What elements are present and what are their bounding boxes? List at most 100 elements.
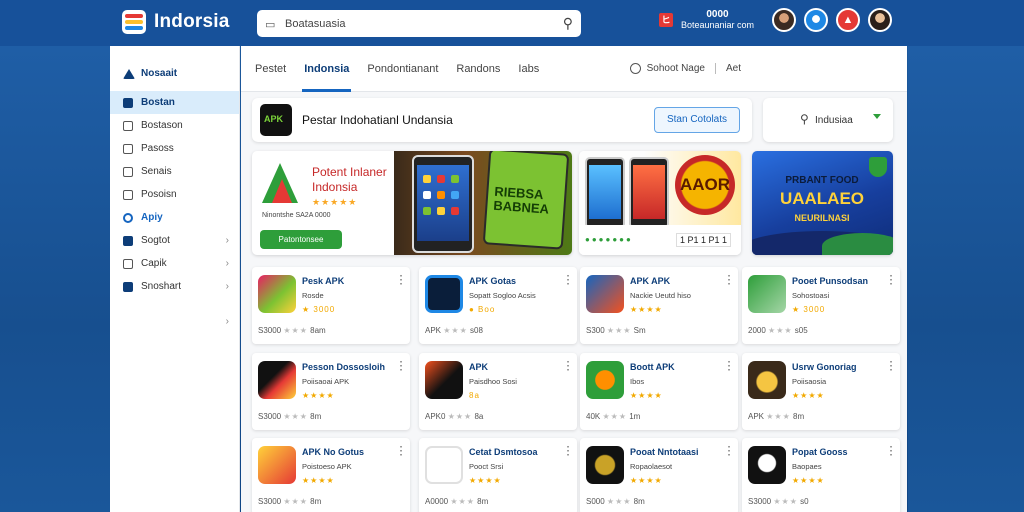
divider <box>714 63 716 74</box>
filter-dropdown[interactable]: ⚲ Indusiaa <box>763 98 893 142</box>
featured-banner-1[interactable]: Potent Inlaner Indonsia ★★★★★ Ninontshe … <box>252 151 572 255</box>
app-footer: A0000 ★★★ 8m <box>425 497 489 506</box>
rating-stars: ★★★★★ <box>312 197 358 207</box>
sidebar-item[interactable]: Bostason <box>110 114 239 137</box>
doc-icon <box>123 120 133 131</box>
tab-pondontianant[interactable]: Pondontianant <box>367 46 438 92</box>
app-icon <box>258 446 296 484</box>
sidebar-item[interactable]: Sogtot › <box>110 229 239 252</box>
app-card[interactable]: Pooat Nntotaasi Ropaolaesot ★★★★ S000 ★★★ 8… <box>580 438 738 512</box>
app-card[interactable]: Cetat Dsmtosoa Pooct Srsi ★★★★ A0000 ★★★ 8m… <box>419 438 577 512</box>
account-info[interactable]: 0000 Boteaunaniar com <box>681 9 754 31</box>
app-logo-icon <box>260 104 292 136</box>
app-rating: ★★★★ <box>302 476 335 485</box>
flag-icon[interactable]: ヒ <box>658 13 673 27</box>
app-card[interactable]: Popat Gooss Baopaes ★★★★ S3000 ★★★ s0 · · · <box>742 438 900 512</box>
app-name: Pooat Nntotaasi <box>630 447 699 457</box>
tab-iabs[interactable]: Iabs <box>518 46 539 92</box>
sidebar-item-label: Bostan <box>141 97 175 108</box>
sidebar-item-label: Posoisn <box>141 189 177 200</box>
app-card[interactable]: Pesk APK Rosde ★ 3000 S3000 ★★★ 8am · · · <box>252 267 410 344</box>
search-input[interactable]: Boatasuasia <box>285 18 563 30</box>
header-account: ヒ 0000 Boteaunaniar com ▲ <box>658 8 892 32</box>
banner-code: 1 P1 1 P1 1 <box>675 233 731 247</box>
phone-text: RIEBSA BABNEA <box>492 183 550 217</box>
app-card[interactable]: APK Gotas Sopatt Sogloo Acsis ● Boo APK ★★★… <box>419 267 577 344</box>
more-options-icon[interactable]: · · · <box>567 358 570 376</box>
search-prefix-icon: ▭ <box>265 18 276 31</box>
app-rating: ★★★★ <box>630 305 663 314</box>
more-options-icon[interactable]: · · · <box>890 358 893 376</box>
main-content: Pestet Indonsia Pondontianant Randons Ia… <box>241 46 907 512</box>
notification-icon[interactable]: ▲ <box>836 8 860 32</box>
more-options-icon[interactable]: · · · <box>567 443 570 461</box>
sidebar-item[interactable]: Posoisn <box>110 183 239 206</box>
featured-banner-2[interactable]: AAOR ●●●●●●● 1 P1 1 P1 1 <box>579 151 741 255</box>
app-icon <box>586 446 624 484</box>
app-footer: 40K ★★★ 1m <box>586 412 641 421</box>
tab-aet[interactable]: Aet <box>726 63 741 74</box>
app-card[interactable]: Usrw Gonoriag Poiisaosia ★★★★ APK ★★★ 8m · · · <box>742 353 900 430</box>
chevron-right-icon: › <box>225 235 229 246</box>
more-options-icon[interactable]: · · · <box>890 443 893 461</box>
tab-bar: Pestet Indonsia Pondontianant Randons Ia… <box>241 46 907 92</box>
avatar[interactable] <box>804 8 828 32</box>
brand-logo-icon <box>262 163 300 203</box>
app-icon <box>425 446 463 484</box>
sidebar-item-active[interactable]: Bostan <box>110 91 239 114</box>
site-logo[interactable]: Indorsia <box>122 10 230 34</box>
avatar[interactable] <box>868 8 892 32</box>
app-rating: ★★★★ <box>792 391 825 400</box>
sidebar-item-label: Snoshart <box>141 281 182 292</box>
more-options-icon[interactable]: · · · <box>890 272 893 290</box>
sidebar-item-label: Apiy <box>141 212 163 223</box>
app-subtitle: Poiisaoai APK <box>302 377 350 386</box>
app-card[interactable]: APK Paisdhoo Sosi 8a APK0 ★★★ 8a · · · <box>419 353 577 430</box>
more-options-icon[interactable]: · · · <box>400 443 403 461</box>
app-card[interactable]: Boott APK Ibos ★★★★ 40K ★★★ 1m · · · <box>580 353 738 430</box>
app-card[interactable]: Pooet Punsodsan Sohostoasi ★ 3000 2000 ★★★ … <box>742 267 900 344</box>
top-bar: Indorsia ▭ Boatasuasia ⚲ ヒ 0000 Boteauna… <box>0 0 1024 46</box>
tab-randons[interactable]: Randons <box>456 46 500 92</box>
app-card[interactable]: Pesson Dossosloih Poiisaoai APK ★★★★ S3000 … <box>252 353 410 430</box>
sidebar-item[interactable]: Snoshart › <box>110 275 239 298</box>
avatar[interactable] <box>772 8 796 32</box>
more-options-icon[interactable]: · · · <box>400 358 403 376</box>
sidebar-item[interactable]: Pasoss <box>110 137 239 160</box>
app-rating: ★★★★ <box>630 476 663 485</box>
page-title: Pestar Indohatianl Undansia <box>302 113 453 127</box>
app-subtitle: Sohostoasi <box>792 291 830 300</box>
sort-link[interactable]: Sohoot Nage <box>647 63 705 74</box>
app-subtitle: Ibos <box>630 377 645 386</box>
more-options-icon[interactable]: · · · <box>400 272 403 290</box>
tab-indonsia[interactable]: Indonsia <box>302 46 352 92</box>
circle-icon <box>123 212 133 223</box>
chevron-right-icon[interactable]: › <box>226 316 229 327</box>
background-right <box>908 46 1024 512</box>
download-button[interactable]: Patontonsee <box>260 230 342 249</box>
more-options-icon[interactable]: · · · <box>728 272 731 290</box>
chevron-right-icon: › <box>225 281 229 292</box>
more-options-icon[interactable]: · · · <box>728 443 731 461</box>
sidebar-item[interactable]: Senais <box>110 160 239 183</box>
app-subtitle: Nackie Ueutd hiso <box>630 291 691 300</box>
app-card[interactable]: APK APK Nackie Ueutd hiso ★★★★ S300 ★★★ Sm ·… <box>580 267 738 344</box>
search-bar[interactable]: ▭ Boatasuasia ⚲ <box>257 10 581 37</box>
app-rating: ★★★★ <box>469 476 502 485</box>
more-options-icon[interactable]: · · · <box>567 272 570 290</box>
app-footer: APK ★★★ 8m <box>748 412 805 421</box>
more-options-icon[interactable]: · · · <box>728 358 731 376</box>
sidebar-item-apiy[interactable]: Apiy <box>110 206 239 229</box>
stan-button[interactable]: Stan Cotolats <box>654 107 740 133</box>
app-card[interactable]: APK No Gotus Poistoeso APK ★★★★ S3000 ★★★ 8… <box>252 438 410 512</box>
app-rating: ★ 3000 <box>792 305 826 314</box>
app-subtitle: Baopaes <box>792 462 822 471</box>
search-icon[interactable]: ⚲ <box>563 15 573 32</box>
featured-banner-3[interactable]: PRBANT FOOD UAALAEO NEURILNASI <box>752 151 893 255</box>
sidebar-item[interactable]: Capik › <box>110 252 239 275</box>
chevron-right-icon: › <box>225 258 229 269</box>
sidebar-item-home[interactable]: Nosaait <box>110 62 239 85</box>
account-line-2: Boteaunaniar com <box>680 20 754 30</box>
app-icon <box>425 361 463 399</box>
tab-pestet[interactable]: Pestet <box>255 46 286 92</box>
